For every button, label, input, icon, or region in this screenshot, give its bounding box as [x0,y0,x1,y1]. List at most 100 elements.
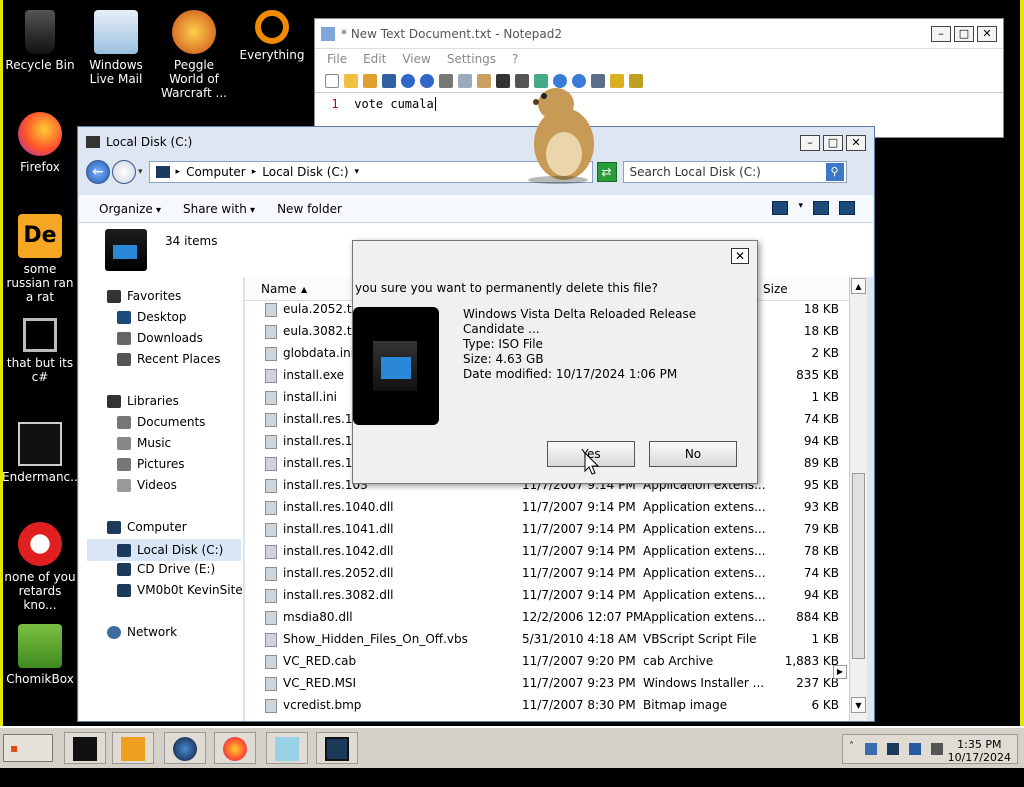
column-size[interactable]: Size [763,282,788,296]
copy-icon[interactable] [458,73,472,88]
nav-downloads[interactable]: Downloads [117,331,203,345]
table-row[interactable]: Show_Hidden_Files_On_Off.vbs 5/31/2010 4:… [245,629,849,651]
explorer-titlebar[interactable]: Local Disk (C:) [78,127,874,157]
desktop-icon-everything[interactable]: Everything [234,10,310,62]
close-icon[interactable]: ✕ [731,248,749,264]
chevron-up-icon[interactable]: ˄ [849,741,861,753]
close-icon[interactable]: ✕ [846,135,866,151]
nav-network[interactable]: Network [107,625,177,639]
nav-recent-places[interactable]: Recent Places [117,352,220,366]
delete-file-dialog[interactable]: ✕ you sure you want to permanently delet… [352,240,758,484]
clock[interactable]: 1:35 PM 10/17/2024 [948,738,1011,764]
minimize-icon[interactable]: – [800,135,820,151]
desktop-icon-recycle-bin[interactable]: Recycle Bin [2,10,78,72]
share-with-button[interactable]: Share with [183,202,255,216]
nav-music[interactable]: Music [117,436,171,450]
desktop-icon-firefox[interactable]: Firefox [2,112,78,174]
nav-documents[interactable]: Documents [117,415,205,429]
browse-icon[interactable] [363,73,377,88]
table-row[interactable]: install.res.2052.dll 11/7/2007 9:14 PM App… [245,563,849,585]
save-icon[interactable] [382,73,396,88]
table-row[interactable]: VC_RED.cab 11/7/2007 9:20 PM cab Archive 1,… [245,651,849,673]
taskbar-app-monitor[interactable] [64,732,106,764]
breadcrumb-computer[interactable]: Computer [186,165,246,179]
menu-edit[interactable]: Edit [363,52,386,66]
new-file-icon[interactable] [325,73,339,88]
maximize-icon[interactable]: □ [823,135,843,151]
nav-pictures[interactable]: Pictures [117,457,185,471]
table-row[interactable]: install.res.1042.dll 11/7/2007 9:14 PM App… [245,541,849,563]
scroll-right-icon[interactable]: ▶ [833,665,847,679]
menu-help[interactable]: ? [512,52,518,66]
table-row[interactable]: install.res.1041.dll 11/7/2007 9:14 PM App… [245,519,849,541]
taskbar-app-browser[interactable] [164,732,206,764]
chevron-right-icon[interactable]: ▸ [176,167,181,177]
new-folder-button[interactable]: New folder [277,202,342,216]
desktop-icon-windows-live-mail[interactable]: Windows Live Mail [78,10,154,86]
table-row[interactable]: VC_RED.MSI 11/7/2007 9:23 PM Windows Insta… [245,673,849,695]
notepad-window[interactable]: * New Text Document.txt - Notepad2 – □ ✕… [314,18,1004,138]
scheme-config-icon[interactable] [610,73,624,88]
redo-icon[interactable] [420,73,434,88]
preview-pane-icon[interactable] [813,201,829,215]
vertical-scrollbar[interactable]: ▲ ▼ [849,277,867,721]
nav-cd-drive[interactable]: CD Drive (E:) [117,562,215,576]
cut-icon[interactable] [439,73,453,88]
nav-libraries[interactable]: Libraries [107,394,179,408]
table-row[interactable]: msdia80.dll 12/2/2006 12:07 PM Application… [245,607,849,629]
scroll-down-icon[interactable]: ▼ [851,697,866,713]
desktop-icon-peggle[interactable]: Peggle World of Warcraft ... [156,10,232,100]
taskbar-app-notepad[interactable] [266,732,308,764]
maximize-icon[interactable]: □ [954,26,974,42]
network-status-icon[interactable] [865,743,877,755]
nav-favorites[interactable]: Favorites [107,289,181,303]
taskbar-app-firefox[interactable] [214,732,256,764]
find-icon[interactable] [496,73,510,88]
paste-icon[interactable] [477,73,491,88]
notepad-titlebar[interactable]: * New Text Document.txt - Notepad2 [315,19,1003,49]
organize-button[interactable]: Organize [99,202,161,216]
table-row[interactable]: install.res.1040.dll 11/7/2007 9:14 PM App… [245,497,849,519]
back-arrow-icon[interactable]: ← [86,160,110,184]
column-name[interactable]: Name [261,282,296,296]
change-view-icon[interactable] [772,201,789,215]
exit-icon[interactable] [629,73,643,88]
scroll-up-icon[interactable]: ▲ [851,278,866,294]
scroll-thumb[interactable] [852,473,865,659]
table-row[interactable]: install.res.3082.dll 11/7/2007 9:14 PM App… [245,585,849,607]
nav-computer[interactable]: Computer [107,520,187,534]
menu-file[interactable]: File [327,52,347,66]
menu-settings[interactable]: Settings [447,52,496,66]
volume-icon[interactable] [909,743,921,755]
taskbar-app-explorer[interactable] [316,732,358,764]
search-input[interactable]: Search Local Disk (C:) ⚲ [622,161,847,183]
display-icon[interactable] [887,743,899,755]
close-icon[interactable]: ✕ [977,26,997,42]
speaker-icon[interactable] [931,743,943,755]
dialog-titlebar[interactable] [353,241,757,273]
desktop-icon-endermanc[interactable]: Endermanc... [2,422,82,484]
notepad-editor[interactable]: 1 vote cumala [323,97,995,125]
nav-local-disk[interactable]: Local Disk (C:) [87,539,241,561]
nav-videos[interactable]: Videos [117,478,177,492]
menu-view[interactable]: View [402,52,430,66]
desktop-icon-russian-rat[interactable]: De some russian ran a rat [2,214,78,304]
breadcrumb-local-disk[interactable]: Local Disk (C:) [262,165,348,179]
start-button[interactable]: ▪ Start [3,734,53,781]
desktop-icon-chomikbox[interactable]: ChomikBox [2,624,78,686]
nav-vm-share[interactable]: VM0b0t KevinSite [117,583,243,597]
desktop-icon-csharp[interactable]: that but its c# [2,318,78,384]
taskbar-app-media[interactable] [112,732,154,764]
undo-icon[interactable] [401,73,415,88]
chevron-down-icon[interactable]: ▾ [355,167,360,177]
desktop-icon-dragon[interactable]: none of you retards kno... [2,522,78,612]
chevron-down-icon[interactable]: ▾ [798,201,803,215]
chevron-right-icon[interactable]: ▸ [252,167,257,177]
help-icon[interactable] [839,201,855,215]
nav-desktop[interactable]: Desktop [117,310,187,324]
table-row[interactable]: vcredist.bmp 11/7/2007 8:30 PM Bitmap imag… [245,695,849,717]
no-button[interactable]: No [649,441,737,467]
open-folder-icon[interactable] [344,73,358,88]
history-dropdown-icon[interactable]: ▾ [138,167,143,177]
minimize-icon[interactable]: – [931,26,951,42]
